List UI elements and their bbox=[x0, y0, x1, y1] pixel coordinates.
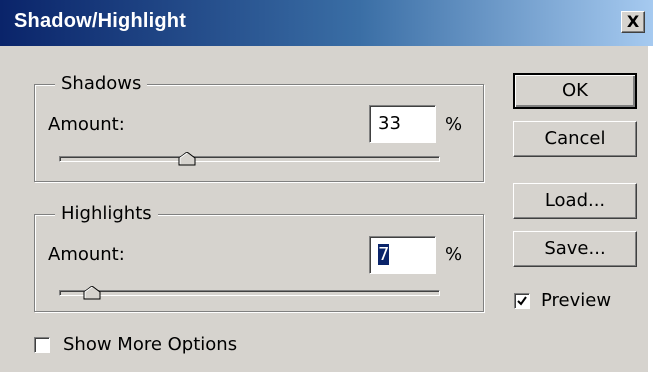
shadows-percent-unit: % bbox=[445, 114, 463, 135]
highlights-amount-input[interactable]: 7 bbox=[369, 236, 436, 274]
ok-button[interactable]: OK bbox=[513, 73, 637, 109]
slider-thumb-icon bbox=[178, 151, 196, 166]
preview-label[interactable]: Preview bbox=[541, 289, 611, 313]
show-more-options-label[interactable]: Show More Options bbox=[63, 333, 237, 357]
shadows-amount-input[interactable]: 33 bbox=[369, 105, 436, 143]
load-button[interactable]: Load... bbox=[513, 183, 637, 219]
close-icon: X bbox=[626, 12, 640, 31]
highlights-legend: Highlights bbox=[55, 202, 158, 226]
highlights-amount-value: 7 bbox=[378, 244, 390, 265]
cancel-button[interactable]: Cancel bbox=[513, 121, 637, 157]
shadows-slider-thumb[interactable] bbox=[178, 151, 196, 166]
highlights-slider-track[interactable] bbox=[59, 290, 440, 296]
shadows-slider-track[interactable] bbox=[59, 156, 440, 162]
preview-checkbox[interactable] bbox=[514, 293, 530, 309]
slider-thumb-icon bbox=[83, 285, 101, 300]
checkmark-icon bbox=[517, 296, 527, 306]
highlights-slider-thumb[interactable] bbox=[83, 285, 101, 300]
shadows-amount-value: 33 bbox=[378, 113, 401, 134]
close-button[interactable]: X bbox=[621, 11, 645, 33]
highlights-amount-label: Amount: bbox=[48, 244, 125, 265]
window-title: Shadow/Highlight bbox=[14, 10, 187, 32]
window-edge bbox=[648, 46, 653, 372]
show-more-options-checkbox[interactable] bbox=[34, 337, 50, 353]
shadows-legend: Shadows bbox=[55, 72, 148, 96]
title-bar[interactable]: Shadow/Highlight X bbox=[0, 0, 653, 46]
highlights-percent-unit: % bbox=[445, 244, 463, 265]
shadows-amount-label: Amount: bbox=[48, 114, 125, 135]
save-button[interactable]: Save... bbox=[513, 231, 637, 267]
